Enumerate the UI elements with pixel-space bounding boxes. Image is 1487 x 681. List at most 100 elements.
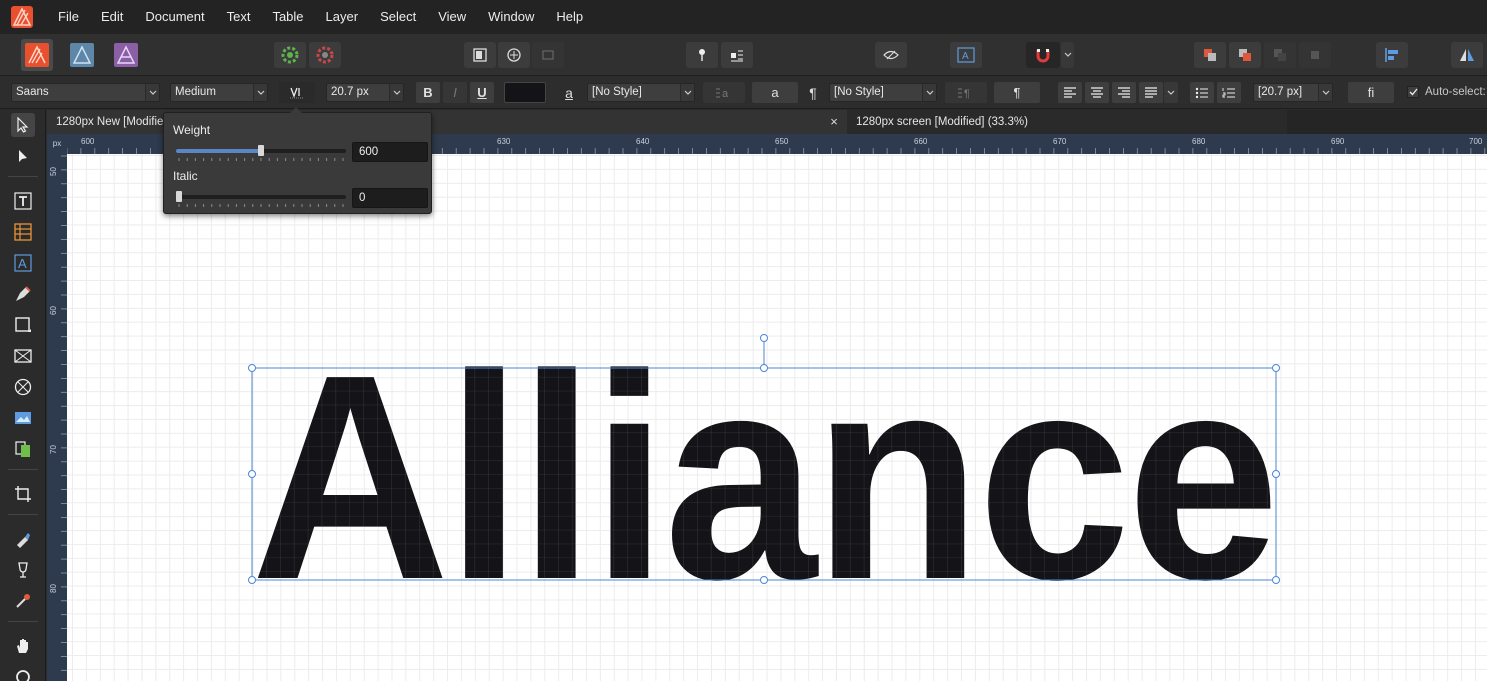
- preflight-button[interactable]: [875, 42, 907, 68]
- menu-file[interactable]: File: [47, 0, 90, 34]
- leading-combo[interactable]: [20.7 px]: [1253, 83, 1333, 102]
- node-tool[interactable]: [11, 144, 35, 168]
- ruler-label: 650: [775, 137, 789, 146]
- align-center-button[interactable]: [1085, 82, 1109, 103]
- font-style-combo[interactable]: Medium: [170, 83, 268, 102]
- frame-text-button[interactable]: A: [950, 42, 982, 68]
- selection-handle-bottom-right[interactable]: [1272, 576, 1280, 584]
- weight-slider[interactable]: [176, 145, 346, 156]
- text-wrap-button[interactable]: [721, 42, 753, 68]
- menu-table[interactable]: Table: [261, 0, 314, 34]
- ellipse-frame-tool[interactable]: [11, 375, 35, 399]
- alignment-dropdown[interactable]: [1164, 82, 1178, 103]
- photo-persona-button[interactable]: [110, 39, 142, 71]
- menu-text[interactable]: Text: [216, 0, 262, 34]
- pin-button[interactable]: [686, 42, 718, 68]
- selection-handle-top-left[interactable]: [248, 364, 256, 372]
- transparency-tool[interactable]: [11, 558, 35, 582]
- auto-select-checkbox[interactable]: [1407, 86, 1419, 98]
- artistic-text-icon: A: [14, 254, 32, 272]
- view-tool[interactable]: [11, 634, 35, 658]
- character-style-button[interactable]: a: [752, 82, 798, 103]
- align-button[interactable]: [1376, 42, 1408, 68]
- text-fill-swatch[interactable]: [504, 82, 546, 103]
- zoom-tool[interactable]: [11, 665, 35, 681]
- rotation-handle[interactable]: [760, 334, 768, 342]
- fill-tool[interactable]: [11, 527, 35, 551]
- view-mode-normal-button[interactable]: [464, 42, 496, 68]
- view-mode-preview-button[interactable]: [532, 42, 564, 68]
- move-to-back-button[interactable]: [1194, 42, 1226, 68]
- menu-edit[interactable]: Edit: [90, 0, 134, 34]
- selection-handle-bottom[interactable]: [760, 576, 768, 584]
- tab-document-2[interactable]: 1280px screen [Modified] (33.3%): [847, 110, 1287, 134]
- data-merge-tool[interactable]: [11, 437, 35, 461]
- canvas-artwork: Alliance Alliance: [248, 314, 1280, 640]
- move-tool[interactable]: [11, 113, 35, 137]
- close-icon[interactable]: ×: [827, 110, 841, 134]
- picture-frame-tool[interactable]: [11, 344, 35, 368]
- bullet-list-button[interactable]: [1190, 82, 1214, 103]
- affinity-logo-icon[interactable]: [11, 6, 33, 28]
- selection-handle-top-right[interactable]: [1272, 364, 1280, 372]
- snapping-button[interactable]: [1026, 42, 1060, 68]
- data-merge-icon: [15, 441, 30, 457]
- character-style-combo[interactable]: [No Style]: [587, 83, 695, 102]
- settings-button[interactable]: [309, 42, 341, 68]
- move-to-front-button[interactable]: [1299, 42, 1331, 68]
- selection-handle-bottom-left[interactable]: [248, 576, 256, 584]
- selection-handle-top[interactable]: [760, 364, 768, 372]
- frame-text-icon: A: [957, 47, 975, 63]
- weight-input[interactable]: 600: [352, 142, 428, 162]
- color-picker-tool[interactable]: [11, 589, 35, 613]
- crop-tool[interactable]: [11, 482, 35, 506]
- menu-help[interactable]: Help: [545, 0, 594, 34]
- move-back-one-button[interactable]: [1229, 42, 1261, 68]
- justify-button[interactable]: [1139, 82, 1163, 103]
- font-size-combo[interactable]: 20.7 px: [326, 83, 404, 102]
- italic-slider[interactable]: [176, 191, 346, 202]
- pen-tool[interactable]: [11, 282, 35, 306]
- menu-window[interactable]: Window: [477, 0, 545, 34]
- preferences-button[interactable]: [274, 42, 306, 68]
- pen-icon: [16, 286, 31, 301]
- artistic-text-tool[interactable]: A: [11, 251, 35, 275]
- rectangle-tool[interactable]: [11, 313, 35, 337]
- align-left-button[interactable]: [1058, 82, 1082, 103]
- italic-button[interactable]: I: [443, 82, 467, 103]
- menu-layer[interactable]: Layer: [315, 0, 370, 34]
- table-tool[interactable]: [11, 220, 35, 244]
- numbered-list-button[interactable]: [1217, 82, 1241, 103]
- menu-select[interactable]: Select: [369, 0, 427, 34]
- para-style-options-button[interactable]: ¶: [945, 82, 987, 103]
- variable-font-button[interactable]: [279, 82, 315, 103]
- paragraph-style-combo[interactable]: [No Style]: [829, 83, 937, 102]
- flip-button[interactable]: [1451, 42, 1483, 68]
- frame-text-tool[interactable]: [11, 189, 35, 213]
- underline-button[interactable]: U: [470, 82, 494, 103]
- align-right-button[interactable]: [1112, 82, 1136, 103]
- move-forward-one-button[interactable]: [1264, 42, 1296, 68]
- selection-handle-right[interactable]: [1272, 470, 1280, 478]
- designer-persona-button[interactable]: [66, 39, 98, 71]
- ruler-unit[interactable]: px: [47, 134, 67, 154]
- char-style-options-button[interactable]: a: [703, 82, 745, 103]
- selection-handle-left[interactable]: [248, 470, 256, 478]
- tools-separator: [8, 469, 38, 470]
- document-canvas[interactable]: Alliance Alliance: [67, 154, 1487, 681]
- view-mode-bleed-button[interactable]: [498, 42, 530, 68]
- chevron-down-icon: [922, 84, 936, 101]
- bold-button[interactable]: B: [416, 82, 440, 103]
- ligatures-button[interactable]: fi: [1348, 82, 1394, 103]
- snapping-dropdown[interactable]: [1061, 42, 1074, 68]
- menu-view[interactable]: View: [427, 0, 477, 34]
- italic-slider-thumb[interactable]: [176, 191, 182, 202]
- menu-document[interactable]: Document: [134, 0, 215, 34]
- vertical-ruler[interactable]: 50 60 70 80: [47, 154, 67, 681]
- place-image-tool[interactable]: [11, 406, 35, 430]
- paragraph-style-button[interactable]: ¶: [994, 82, 1040, 103]
- font-family-combo[interactable]: Saans: [11, 83, 160, 102]
- weight-slider-thumb[interactable]: [258, 145, 264, 156]
- publisher-persona-button[interactable]: [21, 39, 53, 71]
- italic-input[interactable]: 0: [352, 188, 428, 208]
